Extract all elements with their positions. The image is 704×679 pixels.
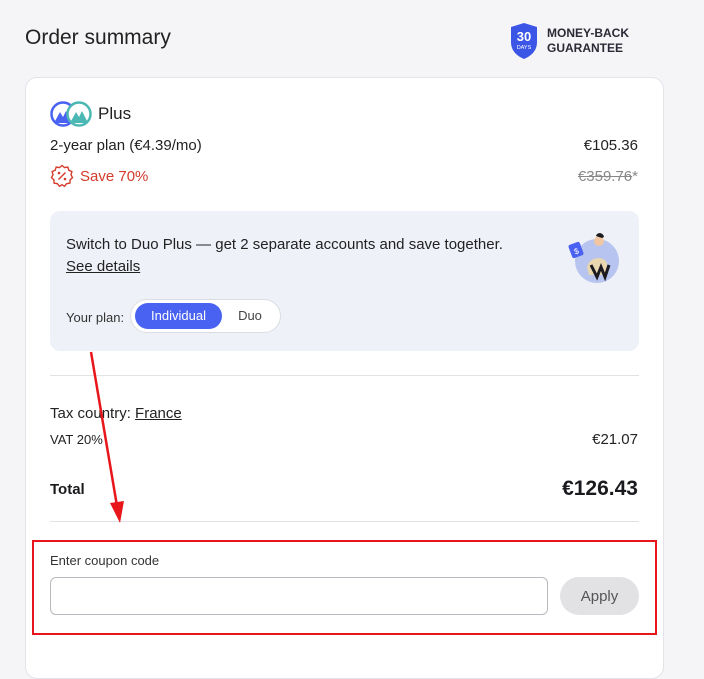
plan-price-row: 2-year plan (€4.39/mo) €105.36 <box>50 137 638 154</box>
save-label: Save 70% <box>80 167 149 185</box>
tax-country-label: Tax country: <box>50 405 131 422</box>
toggle-option-duo[interactable]: Duo <box>224 303 276 329</box>
divider <box>50 521 639 522</box>
shield-icon: 30 DAYS <box>511 23 537 59</box>
your-plan-label: Your plan: <box>66 310 125 325</box>
plan-term: 2-year plan (€4.39/mo) <box>50 137 202 154</box>
guarantee-days-label: DAYS <box>517 45 532 51</box>
annotation-highlight-box <box>32 540 657 635</box>
plan-header: Plus <box>50 101 131 127</box>
product-logo-icon <box>50 101 92 127</box>
tax-country-link[interactable]: France <box>135 405 182 422</box>
duo-illustration-icon: $ <box>568 233 619 283</box>
divider <box>50 375 639 376</box>
money-back-guarantee-badge: 30 DAYS MONEY-BACK GUARANTEE <box>509 22 629 60</box>
guarantee-days: 30 <box>517 29 531 44</box>
discount-row: Save 70% €359.76* <box>50 164 638 188</box>
total-row: Total €126.43 <box>50 477 638 501</box>
total-amount: €126.43 <box>562 477 638 500</box>
toggle-option-individual[interactable]: Individual <box>135 303 222 329</box>
page-title: Order summary <box>25 26 171 49</box>
plan-name: Plus <box>98 104 132 123</box>
vat-row: VAT 20% €21.07 <box>50 431 638 448</box>
original-price-group: €359.76* <box>578 168 638 185</box>
guarantee-line-1: MONEY-BACK <box>547 26 630 40</box>
duo-upsell-text: Switch to Duo Plus — get 2 separate acco… <box>66 236 503 253</box>
discount-badge: Save 70% <box>50 164 148 188</box>
guarantee-line-2: GUARANTEE <box>547 41 624 55</box>
vat-label: VAT 20% <box>50 432 103 447</box>
vat-amount: €21.07 <box>592 431 638 448</box>
guarantee-text: MONEY-BACK GUARANTEE <box>547 26 629 56</box>
original-price-marker: * <box>632 167 638 185</box>
plan-price: €105.36 <box>583 137 638 154</box>
original-price: €359.76 <box>577 167 633 185</box>
discount-percent-icon <box>50 164 74 188</box>
plan-type-toggle[interactable]: Individual Duo <box>130 299 281 333</box>
see-details-link[interactable]: See details <box>66 258 140 275</box>
total-label: Total <box>50 480 85 498</box>
tax-country: Tax country: France <box>50 405 182 422</box>
